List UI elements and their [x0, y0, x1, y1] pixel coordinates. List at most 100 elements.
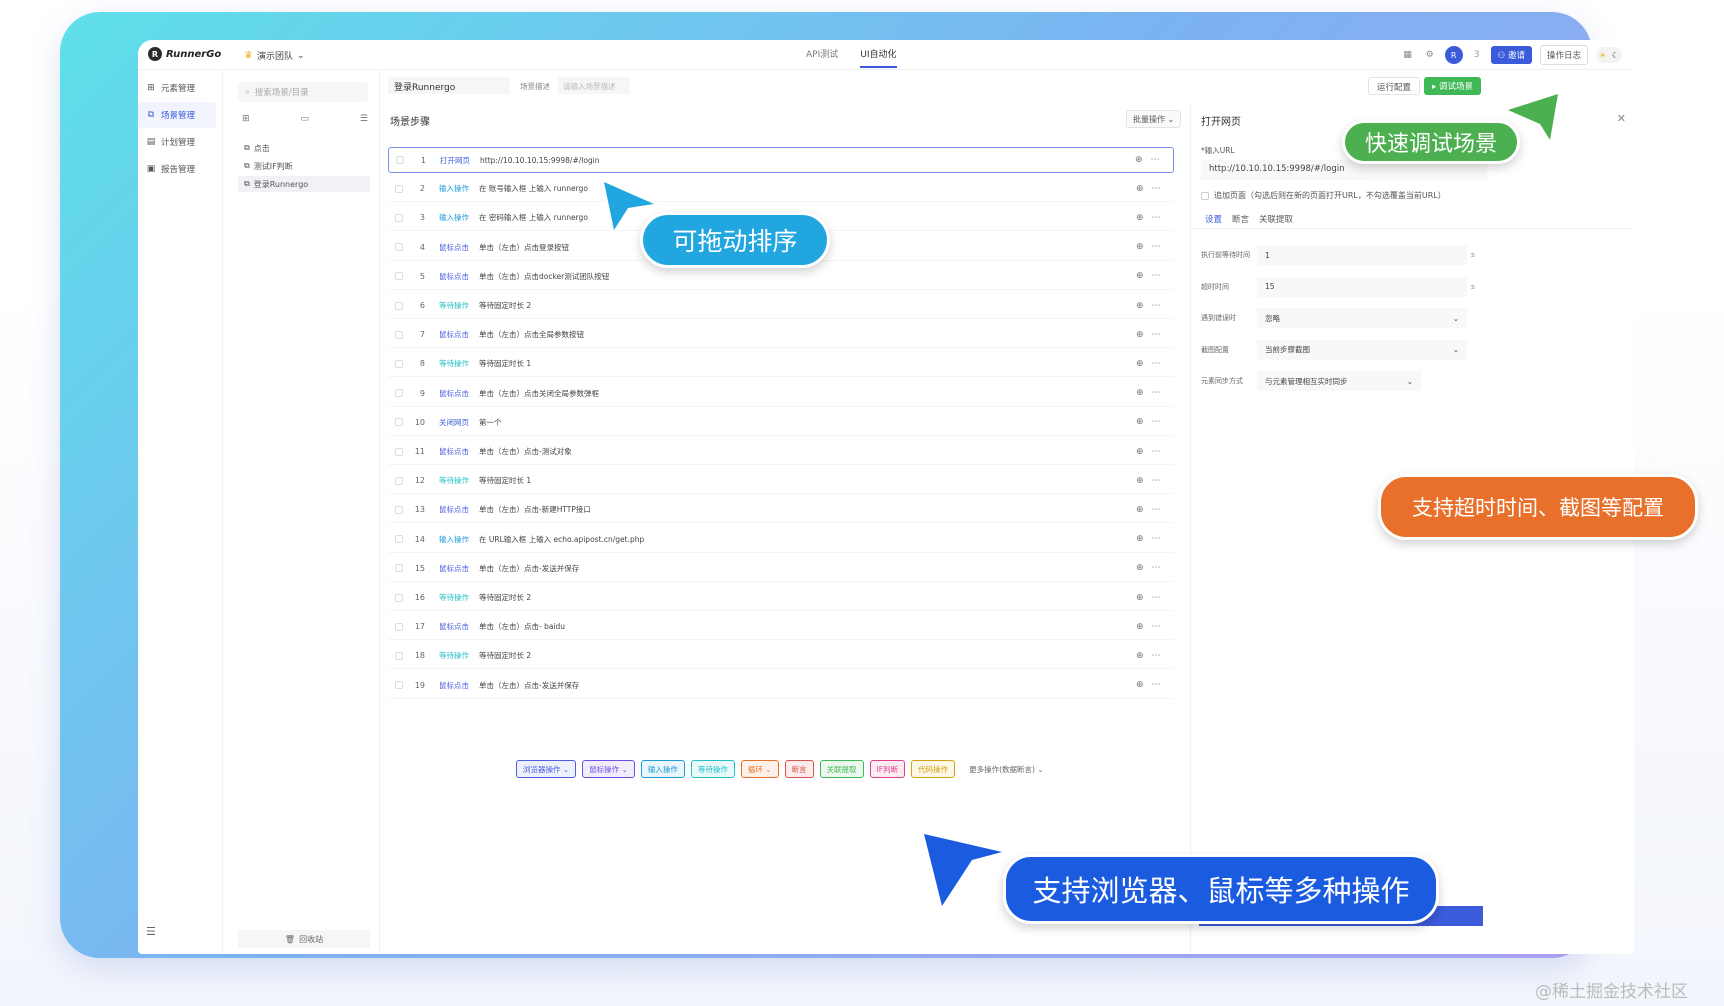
new-page-checkbox[interactable] — [1201, 192, 1209, 200]
step-checkbox[interactable] — [395, 185, 403, 193]
more-icon[interactable]: ⋯ — [1152, 184, 1161, 194]
more-icon[interactable]: ⋯ — [1152, 563, 1161, 573]
add-circle-icon[interactable]: ⊕ — [1136, 388, 1144, 398]
add-circle-icon[interactable]: ⊕ — [1136, 534, 1144, 544]
nav-plan[interactable]: ▤计划管理 — [138, 129, 222, 155]
tab-ui-automation[interactable]: UI自动化 — [860, 40, 896, 70]
add-circle-icon[interactable]: ⊕ — [1136, 505, 1144, 515]
more-icon[interactable]: ⋯ — [1152, 622, 1161, 632]
add-circle-icon[interactable]: ⊕ — [1136, 680, 1144, 690]
add-folder-icon[interactable]: ▭ — [300, 114, 309, 124]
step-row[interactable]: 8等待操作等待固定时长 1⊕⋯ — [388, 351, 1174, 377]
add-circle-icon[interactable]: ⊕ — [1136, 476, 1144, 486]
step-checkbox[interactable] — [395, 652, 403, 660]
grid-icon[interactable]: ▦ — [1401, 48, 1415, 62]
add-circle-icon[interactable]: ⊕ — [1136, 563, 1144, 573]
step-row[interactable]: 13鼠标点击单击（左击）点击-新建HTTP接口⊕⋯ — [388, 497, 1174, 523]
step-checkbox[interactable] — [395, 477, 403, 485]
recycle-bin-button[interactable]: 🗑回收站 — [238, 930, 370, 948]
step-checkbox[interactable] — [395, 331, 403, 339]
debug-scene-button[interactable]: ▸ 调试场景 — [1424, 77, 1481, 95]
add-step-button[interactable]: 关联提取 — [820, 760, 864, 778]
step-checkbox[interactable] — [395, 389, 403, 397]
step-row[interactable]: 17鼠标点击单击（左击）点击- baidu⊕⋯ — [388, 614, 1174, 640]
tab-settings[interactable]: 设置 — [1205, 213, 1222, 225]
step-checkbox[interactable] — [395, 243, 403, 251]
more-icon[interactable]: ⋯ — [1151, 155, 1160, 165]
step-row[interactable]: 10关闭网页第一个⊕⋯ — [388, 410, 1174, 436]
add-circle-icon[interactable]: ⊕ — [1136, 417, 1144, 427]
more-icon[interactable]: ⋯ — [1152, 213, 1161, 223]
step-row[interactable]: 11鼠标点击单击（左击）点击-测试对象⊕⋯ — [388, 439, 1174, 465]
invite-button[interactable]: ⚇ 邀请 — [1491, 46, 1532, 64]
add-circle-icon[interactable]: ⊕ — [1136, 359, 1144, 369]
gear-icon[interactable]: ⚙ — [1423, 48, 1437, 62]
step-checkbox[interactable] — [395, 594, 403, 602]
add-circle-icon[interactable]: ⊕ — [1136, 301, 1144, 311]
tab-extract[interactable]: 关联提取 — [1259, 213, 1293, 225]
add-step-button[interactable]: 鼠标操作 ⌄ — [582, 760, 635, 778]
step-row[interactable]: 12等待操作等待固定时长 1⊕⋯ — [388, 468, 1174, 494]
step-checkbox[interactable] — [395, 272, 403, 280]
avatar[interactable]: R — [1445, 46, 1463, 64]
add-circle-icon[interactable]: ⊕ — [1136, 271, 1144, 281]
add-circle-icon[interactable]: ⊕ — [1136, 447, 1144, 457]
step-row[interactable]: 9鼠标点击单击（左击）点击关闭全局参数弹框⊕⋯ — [388, 381, 1174, 407]
step-row[interactable]: 19鼠标点击单击（左击）点击-发送并保存⊕⋯ — [388, 673, 1174, 699]
add-step-button[interactable]: 输入操作 — [641, 760, 685, 778]
more-icon[interactable]: ⋯ — [1152, 680, 1161, 690]
add-circle-icon[interactable]: ⊕ — [1136, 184, 1144, 194]
more-icon[interactable]: ⋯ — [1152, 417, 1161, 427]
add-scene-icon[interactable]: ⊞ — [242, 114, 250, 124]
more-icon[interactable]: ⋯ — [1152, 476, 1161, 486]
more-icon[interactable]: ⋯ — [1152, 447, 1161, 457]
nav-scene[interactable]: ⧉场景管理 — [138, 102, 216, 128]
more-icon[interactable]: ⋯ — [1152, 505, 1161, 515]
new-page-option[interactable]: 追加页面（勾选后则在新的页面打开URL，不勾选覆盖当前URL） — [1201, 190, 1446, 201]
step-checkbox[interactable] — [395, 506, 403, 514]
more-icon[interactable]: ⋯ — [1152, 388, 1161, 398]
add-circle-icon[interactable]: ⊕ — [1135, 155, 1143, 165]
scene-desc-input[interactable]: 请输入场景描述 — [558, 77, 630, 94]
more-icon[interactable]: ⋯ — [1152, 242, 1161, 252]
config-input[interactable]: 忽略⌄ — [1257, 308, 1467, 328]
nav-report[interactable]: ▣报告管理 — [138, 156, 222, 182]
more-icon[interactable]: ⋯ — [1152, 271, 1161, 281]
step-row[interactable]: 2输入操作在 账号输入框 上输入 runnergo⊕⋯ — [388, 176, 1174, 202]
step-checkbox[interactable] — [395, 360, 403, 368]
tree-item[interactable]: ⧉测试IF判断 — [238, 158, 370, 174]
add-step-button[interactable]: 浏览器操作 ⌄ — [516, 760, 576, 778]
tab-assert[interactable]: 断言 — [1232, 213, 1249, 225]
step-checkbox[interactable] — [395, 214, 403, 222]
collapse-menu-icon[interactable]: ☰ — [146, 925, 156, 938]
step-row[interactable]: 1打开网页http://10.10.10.15:9998/#/login⊕⋯ — [388, 147, 1174, 173]
step-row[interactable]: 16等待操作等待固定时长 2⊕⋯ — [388, 585, 1174, 611]
run-config-button[interactable]: 运行配置 — [1368, 77, 1420, 95]
add-step-button[interactable]: 代码操作 — [911, 760, 955, 778]
add-step-button[interactable]: 循环 ⌄ — [741, 760, 779, 778]
step-row[interactable]: 18等待操作等待固定时长 2⊕⋯ — [388, 643, 1174, 669]
step-row[interactable]: 7鼠标点击单击（左击）点击全局参数按钮⊕⋯ — [388, 322, 1174, 348]
step-checkbox[interactable] — [396, 156, 404, 164]
oplog-button[interactable]: 操作日志 — [1540, 45, 1588, 65]
more-icon[interactable]: ⋯ — [1152, 593, 1161, 603]
step-row[interactable]: 14输入操作在 URL输入框 上输入 echo.apipost.cn/get.p… — [388, 527, 1174, 553]
more-icon[interactable]: ⋯ — [1152, 651, 1161, 661]
step-checkbox[interactable] — [395, 302, 403, 310]
add-circle-icon[interactable]: ⊕ — [1136, 651, 1144, 661]
team-switcher[interactable]: ♛演示团队⌄ — [244, 49, 305, 62]
filter-icon[interactable]: ☰ — [360, 114, 368, 124]
add-step-button[interactable]: IF判断 — [870, 760, 906, 778]
scene-name-input[interactable]: 登录Runnergo — [388, 77, 510, 94]
add-circle-icon[interactable]: ⊕ — [1136, 593, 1144, 603]
add-circle-icon[interactable]: ⊕ — [1136, 242, 1144, 252]
config-input[interactable]: 当前步骤截图⌄ — [1257, 340, 1467, 360]
tree-item[interactable]: ⧉点击 — [238, 140, 370, 156]
tab-api-test[interactable]: API测试 — [806, 40, 838, 70]
close-icon[interactable]: ✕ — [1617, 112, 1626, 125]
nav-element[interactable]: ⊞元素管理 — [138, 75, 222, 101]
step-checkbox[interactable] — [395, 448, 403, 456]
config-input[interactable]: 15 — [1257, 277, 1467, 297]
step-row[interactable]: 6等待操作等待固定时长 2⊕⋯ — [388, 293, 1174, 319]
theme-toggle[interactable]: ☀☾ — [1596, 47, 1622, 63]
